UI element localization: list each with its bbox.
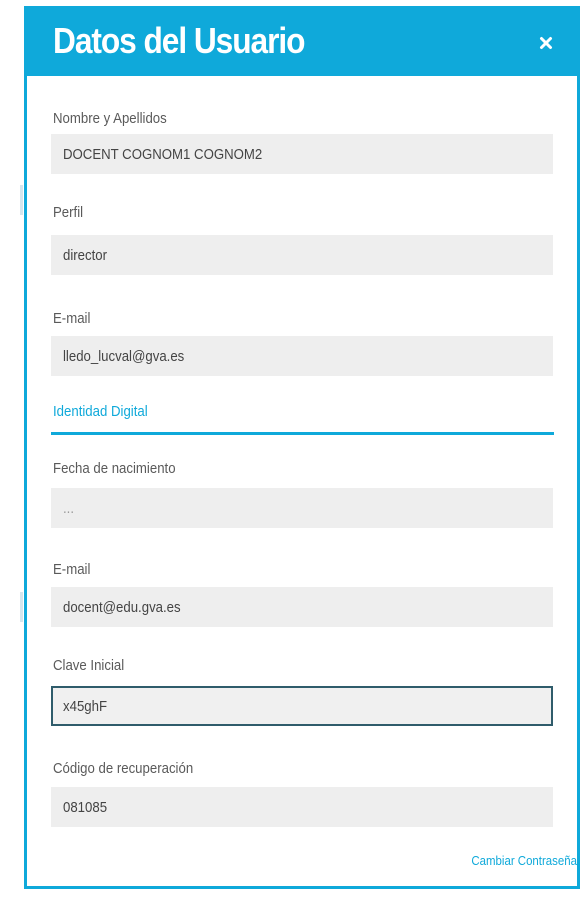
digital-email-field: docent@edu.gva.es — [51, 587, 553, 627]
digital-email-value: docent@edu.gva.es — [63, 598, 181, 616]
change-password-link[interactable]: Cambiar Contraseña — [471, 853, 577, 868]
digital-email-label: E-mail — [53, 561, 91, 578]
name-field: DOCENT COGNOM1 COGNOM2 — [51, 134, 553, 174]
recovery-code-field: 081085 — [51, 787, 553, 827]
section-title-digital-identity: Identidad Digital — [53, 403, 148, 420]
initial-key-field[interactable]: x45ghF — [51, 686, 553, 726]
initial-key-value: x45ghF — [63, 697, 108, 715]
email-value: lledo_lucval@gva.es — [63, 347, 185, 365]
section-divider — [51, 432, 554, 435]
dialog-header: Datos del Usuario — [27, 6, 577, 76]
profile-field: director — [51, 235, 553, 275]
page: Datos del Usuario Nombre y Apellidos DOC… — [0, 0, 581, 899]
recovery-code-label: Código de recuperación — [53, 760, 194, 777]
dialog-title: Datos del Usuario — [53, 20, 305, 61]
birth-date-label: Fecha de nacimiento — [53, 460, 176, 477]
name-value: DOCENT COGNOM1 COGNOM2 — [63, 145, 263, 163]
profile-value: director — [63, 246, 108, 264]
background-page-edge — [0, 0, 24, 899]
user-data-dialog: Datos del Usuario Nombre y Apellidos DOC… — [24, 6, 580, 889]
email-label: E-mail — [53, 310, 91, 327]
close-icon[interactable] — [539, 36, 553, 50]
birth-date-field: ... — [51, 488, 553, 528]
email-field: lledo_lucval@gva.es — [51, 336, 553, 376]
name-label: Nombre y Apellidos — [53, 110, 167, 127]
profile-label: Perfil — [53, 204, 84, 221]
recovery-code-value: 081085 — [63, 798, 108, 816]
background-marker — [20, 592, 23, 622]
background-marker — [20, 185, 23, 215]
birth-date-value: ... — [63, 499, 75, 517]
initial-key-label: Clave Inicial — [53, 657, 125, 674]
